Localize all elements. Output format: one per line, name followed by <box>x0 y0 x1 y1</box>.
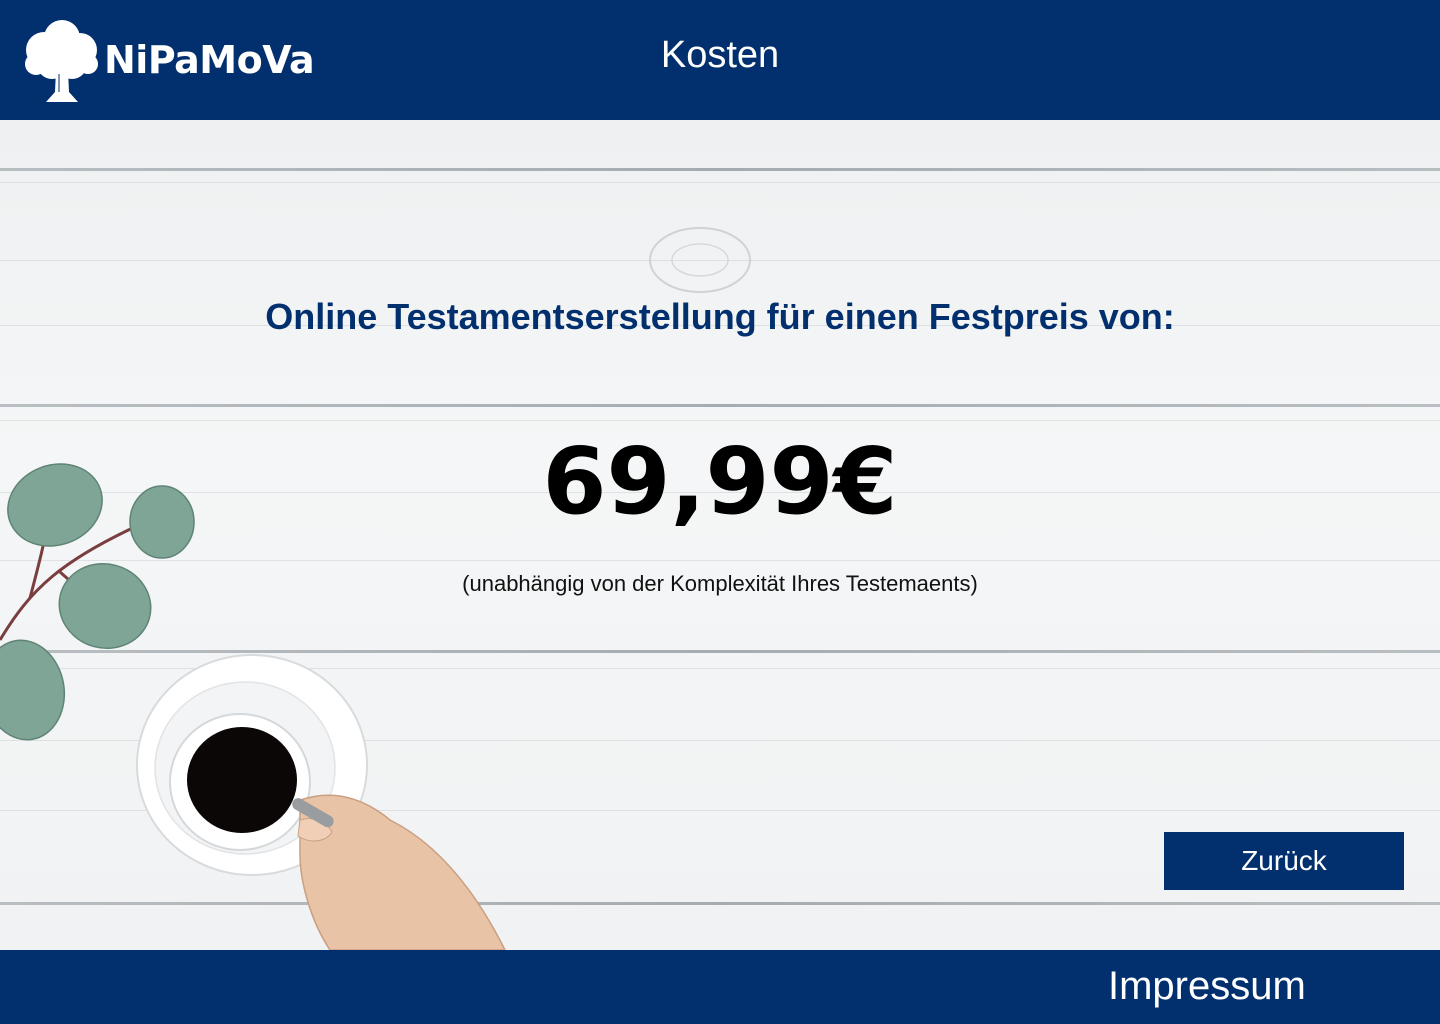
price-note: (unabhängig von der Komplexität Ihres Te… <box>462 571 978 596</box>
back-button[interactable]: Zurück <box>1164 832 1404 890</box>
impressum-link[interactable]: Impressum <box>1108 964 1306 1009</box>
background-decoration <box>0 227 751 950</box>
header: NiPaMoVa Kosten <box>0 0 1440 120</box>
page-title: Kosten <box>660 34 780 76</box>
price: 69,99€ <box>542 428 898 535</box>
headline: Online Testamentserstellung für einen Fe… <box>265 296 1175 337</box>
main-content: Online Testamentserstellung für einen Fe… <box>0 120 1440 950</box>
